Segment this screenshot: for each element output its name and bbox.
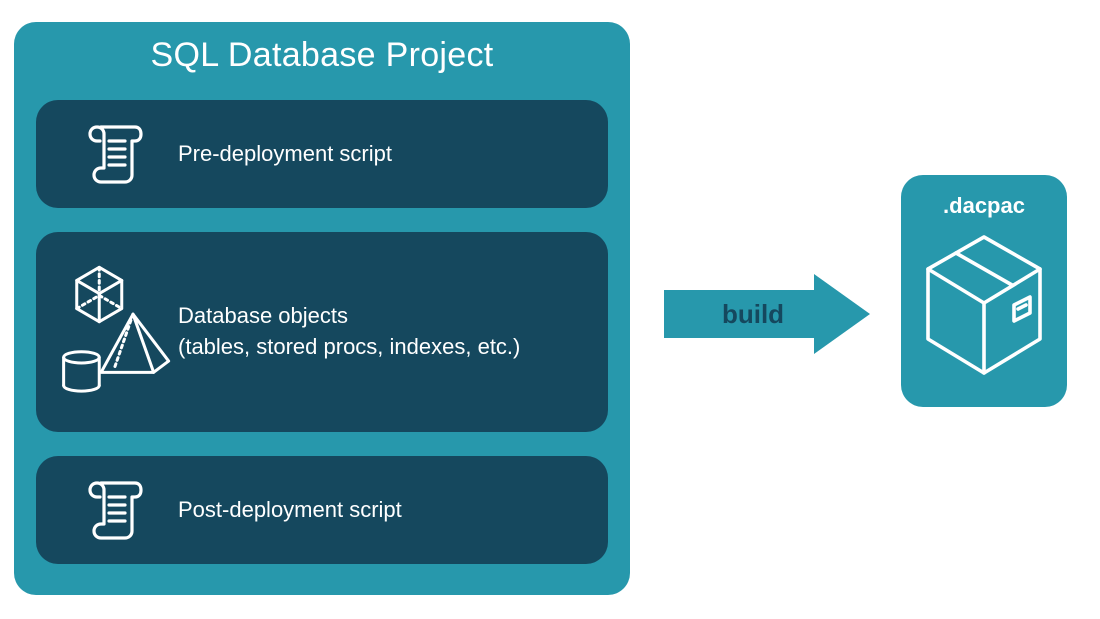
card-mid-label: Database objects (tables, stored procs, … [178,301,520,363]
card-database-objects: Database objects (tables, stored procs, … [36,232,608,432]
build-arrow-label: build [688,274,818,354]
dacpac-output: .dacpac [901,175,1067,407]
shapes-icon [58,257,178,407]
card-pre-deployment: Pre-deployment script [36,100,608,208]
card-post-deployment: Post-deployment script [36,456,608,564]
package-box-icon [901,225,1067,385]
card-post-label: Post-deployment script [178,495,402,526]
diagram-stage: SQL Database Project Pre-deployment scri… [0,0,1100,619]
dacpac-title: .dacpac [901,193,1067,219]
sql-project-container: SQL Database Project Pre-deployment scri… [14,22,630,595]
scroll-icon [58,119,178,189]
build-arrow: build [664,274,870,354]
project-title: SQL Database Project [14,22,630,75]
scroll-icon [58,475,178,545]
card-pre-label: Pre-deployment script [178,139,392,170]
